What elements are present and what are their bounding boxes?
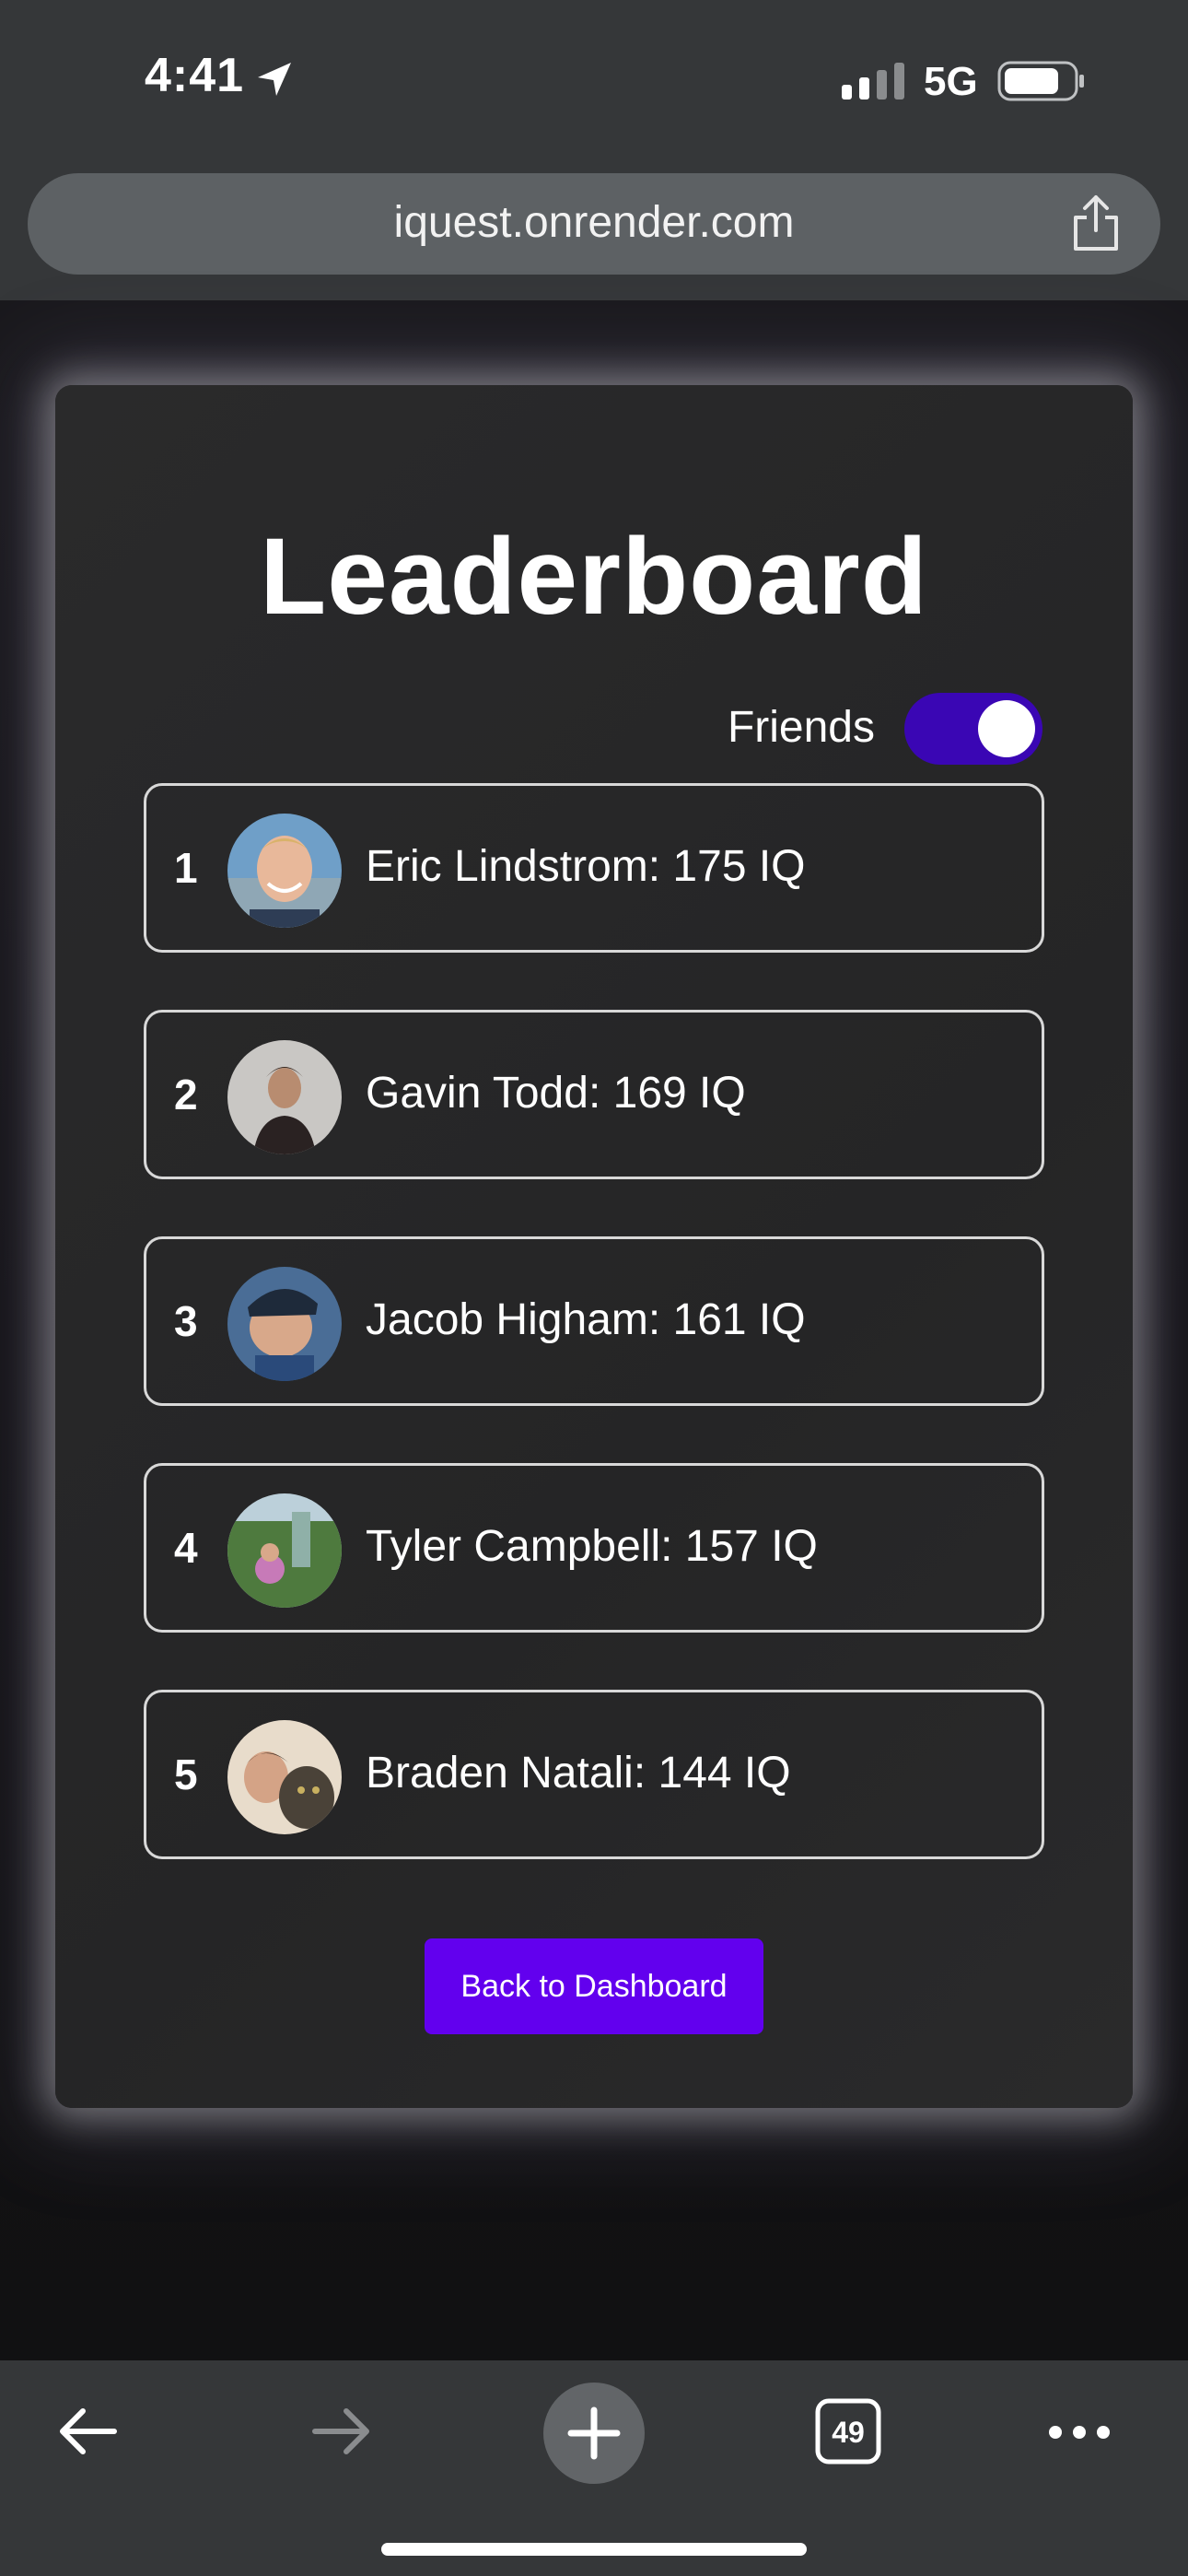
url-text[interactable]: iquest.onrender.com	[28, 197, 1160, 248]
back-to-dashboard-button[interactable]: Back to Dashboard	[425, 1938, 763, 2034]
list-item[interactable]: 1 Eric Lindstrom: 175 IQ	[144, 783, 1044, 953]
list-item[interactable]: 2 Gavin Todd: 169 IQ	[144, 1010, 1044, 1179]
screen: 4:41 5G iquest.onrender.com Leaderboard	[0, 0, 1188, 2576]
list-item[interactable]: 4 Tyler Campbell: 157 IQ	[144, 1463, 1044, 1633]
location-arrow-icon	[258, 63, 291, 96]
rank-number: 2	[174, 1071, 198, 1118]
more-icon[interactable]	[1046, 2414, 1112, 2451]
friends-toggle[interactable]	[904, 693, 1042, 765]
status-time: 4:41	[145, 49, 245, 102]
page-title: Leaderboard	[260, 516, 928, 638]
signal-bars-icon	[842, 63, 904, 100]
avatar	[227, 1267, 342, 1381]
list-item[interactable]: 3 Jacob Higham: 161 IQ	[144, 1236, 1044, 1406]
list-item[interactable]: 5 Braden Natali: 144 IQ	[144, 1690, 1044, 1859]
new-tab-plus-icon[interactable]	[543, 2383, 645, 2484]
share-icon[interactable]	[1068, 193, 1124, 252]
tabs-icon[interactable]: 49	[814, 2397, 882, 2465]
forward-arrow-icon[interactable]	[308, 2397, 376, 2465]
entry-text: Jacob Higham: 161 IQ	[366, 1295, 806, 1344]
avatar	[227, 1720, 342, 1834]
network-label: 5G	[924, 59, 978, 104]
top-chrome: 4:41 5G iquest.onrender.com	[0, 0, 1188, 300]
battery-icon	[997, 61, 1084, 101]
toggle-knob	[978, 700, 1035, 757]
leaderboard-card: Leaderboard Friends 1 Eric Lindstrom: 17…	[55, 385, 1133, 2108]
avatar	[227, 814, 342, 928]
tab-count: 49	[832, 2416, 865, 2449]
home-indicator	[381, 2543, 807, 2556]
page-content: Leaderboard Friends 1 Eric Lindstrom: 17…	[0, 300, 1188, 2360]
entry-text: Tyler Campbell: 157 IQ	[366, 1522, 818, 1571]
rank-number: 3	[174, 1297, 198, 1345]
avatar	[227, 1493, 342, 1608]
back-arrow-icon[interactable]	[53, 2397, 122, 2465]
rank-number: 1	[174, 844, 198, 892]
friends-toggle-label: Friends	[727, 703, 875, 752]
rank-number: 5	[174, 1751, 198, 1798]
avatar	[227, 1040, 342, 1154]
rank-number: 4	[174, 1524, 198, 1572]
entry-text: Gavin Todd: 169 IQ	[366, 1069, 746, 1118]
address-bar[interactable]: iquest.onrender.com	[28, 173, 1160, 275]
entry-text: Eric Lindstrom: 175 IQ	[366, 842, 806, 891]
entry-text: Braden Natali: 144 IQ	[366, 1749, 791, 1797]
